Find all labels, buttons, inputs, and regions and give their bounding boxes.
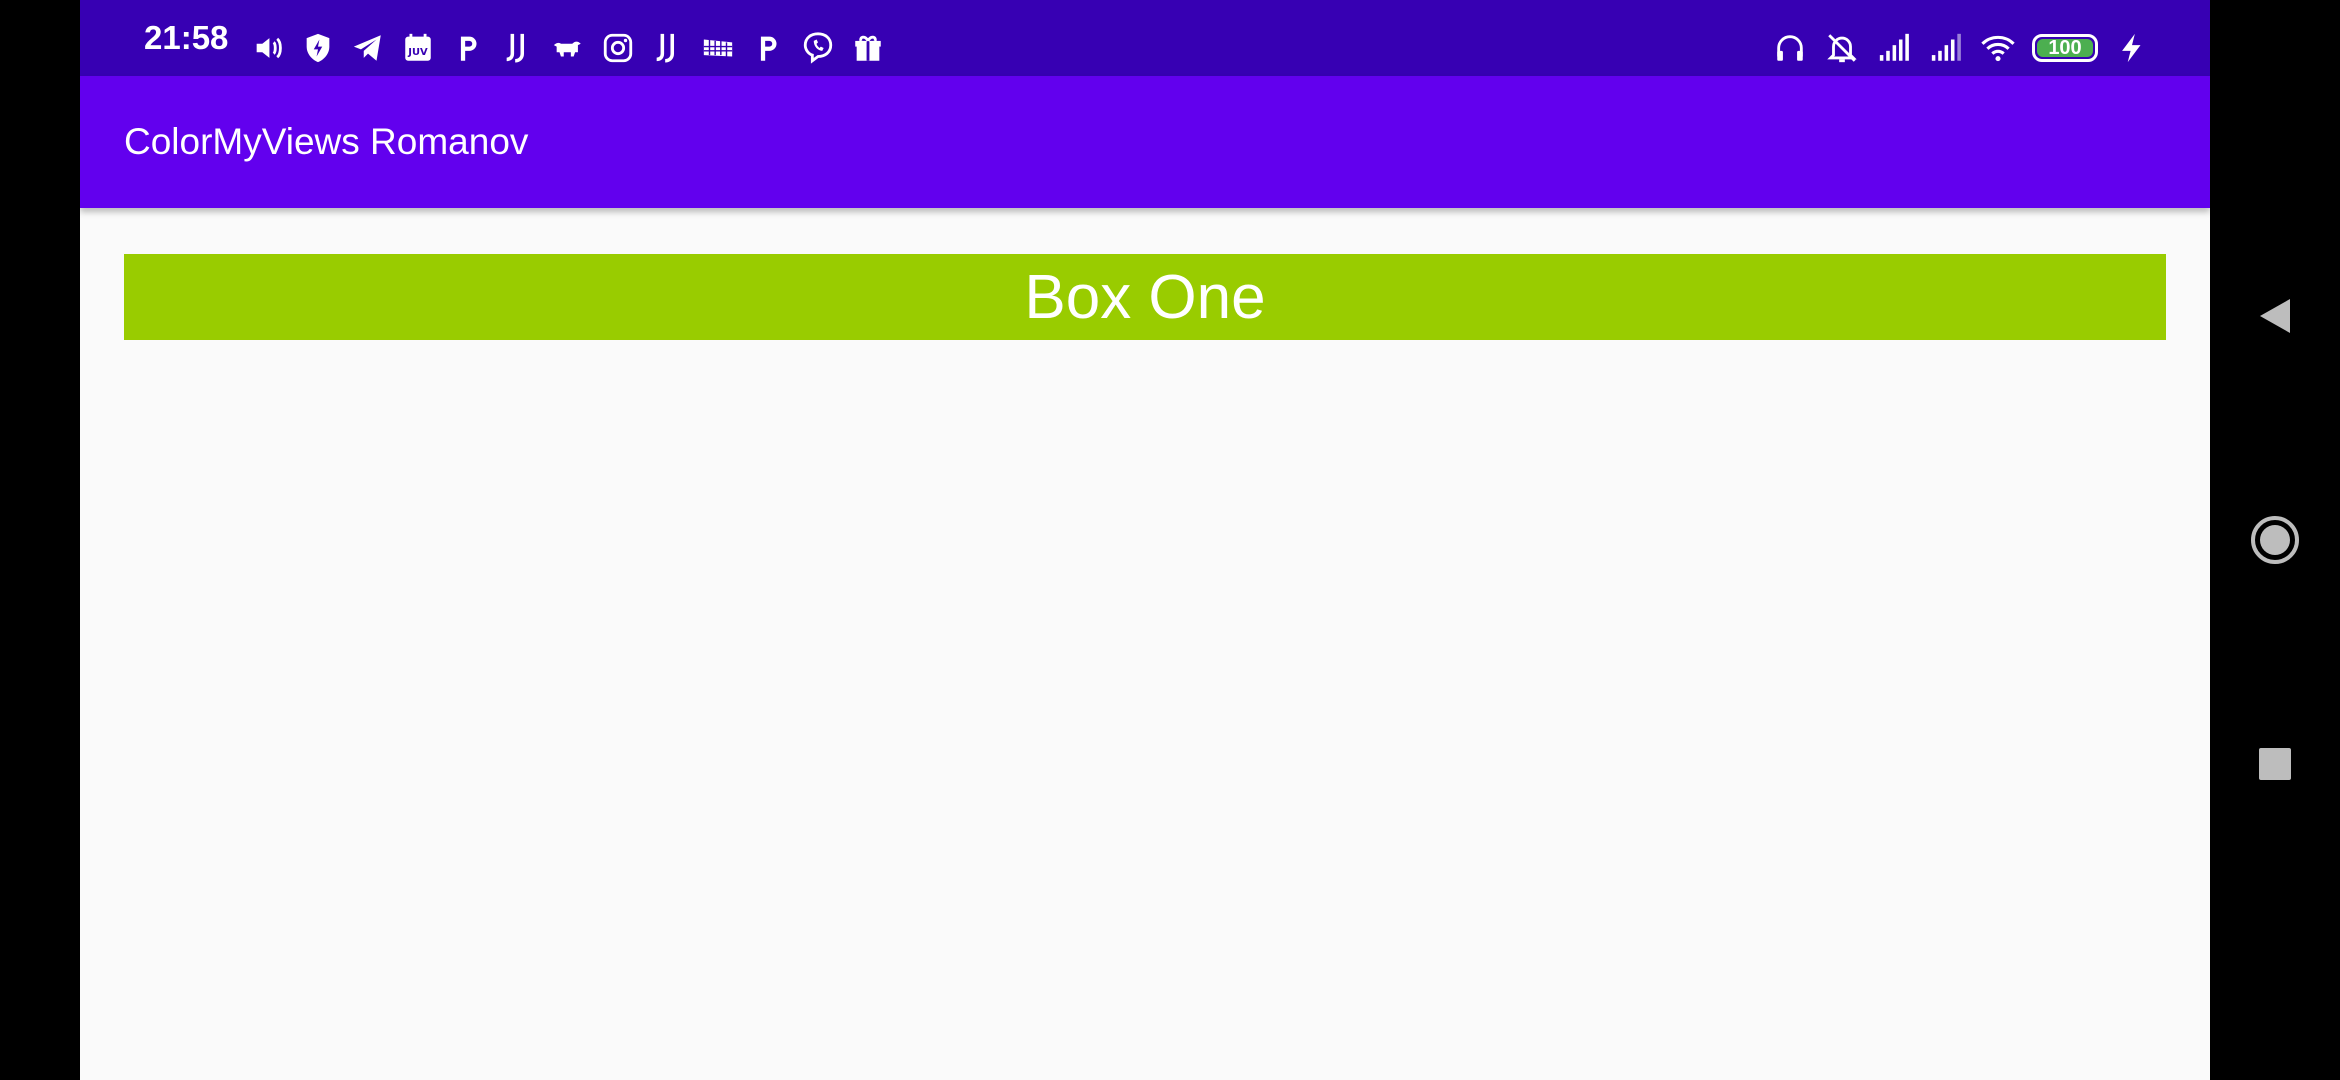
signal-icon: [1928, 30, 1964, 66]
home-icon: [2249, 514, 2301, 566]
p-icon: [450, 30, 486, 66]
signal-icon: [1876, 30, 1912, 66]
p-icon: [750, 30, 786, 66]
system-status-icons: 100: [1772, 28, 2150, 68]
navigation-bar: [2210, 0, 2340, 1080]
headphones-icon: [1772, 30, 1808, 66]
back-button[interactable]: [2210, 266, 2340, 366]
status-bar: 21:58 JUV 100: [80, 0, 2210, 76]
telegram-icon: [350, 30, 386, 66]
box-one-label: Box One: [1024, 262, 1266, 332]
recents-icon: [2258, 747, 2292, 781]
app-title: ColorMyViews Romanov: [124, 121, 529, 162]
wifi-icon: [1980, 30, 2016, 66]
left-edge: [0, 0, 80, 1080]
gift-icon: [850, 30, 886, 66]
instagram-icon: [600, 30, 636, 66]
battery-icon: 100: [2032, 34, 2098, 62]
box-one[interactable]: Box One: [124, 254, 2166, 340]
viber-icon: [800, 30, 836, 66]
recents-button[interactable]: [2210, 714, 2340, 814]
notification-icons: JUV: [250, 28, 886, 68]
app-screen: 21:58 JUV 100 ColorMyViews Romanov Box O…: [80, 0, 2210, 1080]
juventus-calendar-icon: JUV: [400, 30, 436, 66]
juventus-icon: [500, 30, 536, 66]
battery-level: 100: [2048, 37, 2082, 59]
back-icon: [2257, 296, 2293, 336]
charging-bolt-icon: [2114, 30, 2150, 66]
bell-off-icon: [1824, 30, 1860, 66]
volume-icon: [250, 30, 286, 66]
shield-bolt-icon: [300, 30, 336, 66]
app-toolbar: ColorMyViews Romanov: [80, 76, 2210, 208]
status-time: 21:58: [144, 19, 229, 56]
home-button[interactable]: [2210, 490, 2340, 590]
svg-text:JUV: JUV: [407, 47, 428, 58]
juventus-icon: [650, 30, 686, 66]
stadium-icon: [700, 30, 736, 66]
bull-icon: [550, 30, 586, 66]
